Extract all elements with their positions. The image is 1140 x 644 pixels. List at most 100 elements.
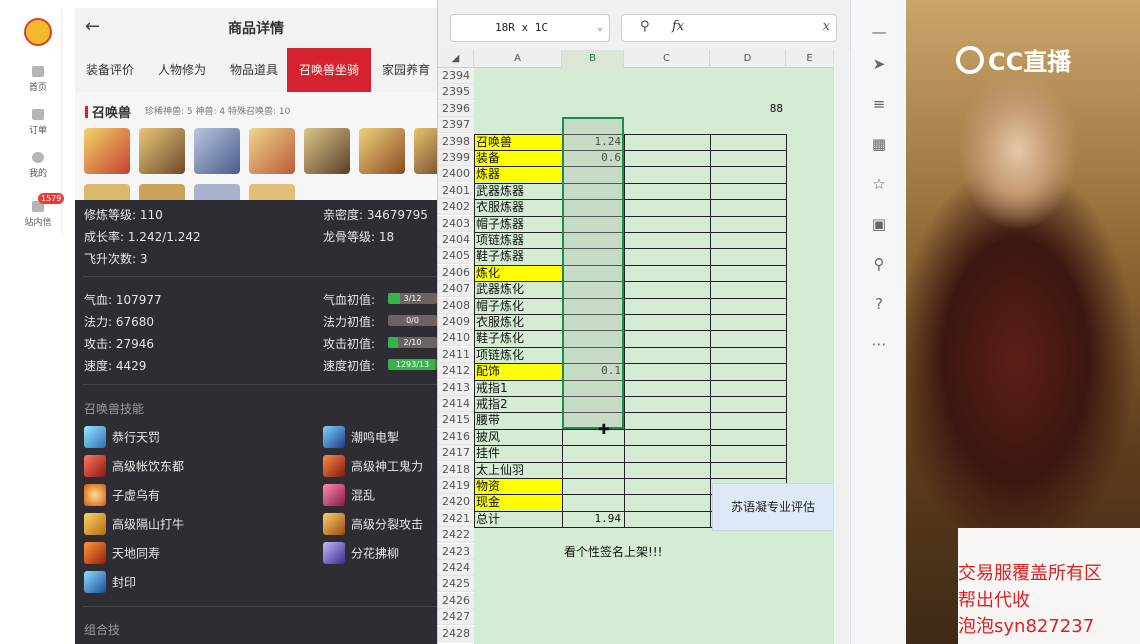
cell-a[interactable] (476, 544, 562, 560)
cell-b[interactable] (562, 84, 624, 100)
skill-item[interactable]: 高级神工鬼力 (323, 455, 423, 477)
cell-a[interactable] (476, 576, 562, 592)
summon-avatar[interactable] (139, 128, 185, 174)
column-header-b[interactable]: B (562, 50, 624, 68)
row-header[interactable]: 2414 (438, 396, 474, 412)
row-header[interactable]: 2410 (438, 330, 474, 347)
fx-icon[interactable]: fx (672, 19, 684, 34)
skill-item[interactable]: 潮鸣电掣 (323, 426, 399, 448)
cell-a[interactable] (476, 84, 562, 100)
cell-b[interactable] (562, 445, 624, 461)
cell-a[interactable]: 帽子炼化 (476, 298, 562, 314)
cell-d[interactable]: 88 (710, 101, 786, 117)
skill-item[interactable]: 恭行天罚 (84, 426, 160, 448)
row-header[interactable]: 2395 (438, 84, 474, 101)
row-header[interactable]: 2409 (438, 314, 474, 330)
more-icon[interactable]: ⋯ (869, 334, 889, 354)
layout-icon[interactable]: ▦ (869, 134, 889, 154)
tab-items[interactable]: 物品道具 (219, 48, 289, 92)
cell-a[interactable]: 召唤兽 (476, 134, 562, 150)
cell-a[interactable]: 戒指2 (476, 396, 562, 412)
evaluation-textbox[interactable]: 苏语凝专业评估 (712, 482, 834, 531)
cell-a[interactable]: 配饰 (476, 363, 562, 379)
zoom-icon[interactable]: ⚲ (640, 19, 650, 34)
row-header[interactable]: 2417 (438, 445, 474, 462)
row-header[interactable]: 2399 (438, 150, 474, 166)
summon-avatar[interactable] (84, 128, 130, 174)
cell-a[interactable] (476, 101, 562, 117)
row-header[interactable]: 2420 (438, 494, 474, 511)
cell-b[interactable] (562, 462, 624, 478)
cell-b[interactable] (562, 609, 624, 625)
cell-a[interactable] (476, 609, 562, 625)
cell-b[interactable] (562, 626, 624, 642)
cell-a[interactable]: 装备 (476, 150, 562, 166)
cells-area[interactable]: 88 召唤兽 1.24 装备 0.6 炼器 武器炼器 衣服炼器 帽子炼器 项链炼器 鞋子炼器 炼化 武器… (474, 68, 834, 644)
skill-item[interactable]: 分花拂柳 (323, 542, 399, 564)
cell-b[interactable] (562, 494, 624, 510)
summon-avatar[interactable] (249, 128, 295, 174)
tab-character[interactable]: 人物修为 (147, 48, 217, 92)
cell-a[interactable] (476, 68, 562, 84)
nav-mine[interactable]: 我的 (14, 152, 62, 179)
cell-a[interactable]: 项链炼化 (476, 347, 562, 363)
cell-a[interactable]: 炼化 (476, 265, 562, 281)
cell-b[interactable] (562, 527, 624, 543)
cell-a[interactable] (476, 117, 562, 133)
row-header[interactable]: 2412 (438, 363, 474, 380)
row-header[interactable]: 2402 (438, 199, 474, 216)
cell-a[interactable]: 戒指1 (476, 380, 562, 396)
row-header[interactable]: 2405 (438, 248, 474, 265)
row-header[interactable]: 2394 (438, 68, 474, 84)
row-header[interactable]: 2416 (438, 428, 474, 445)
cell-a[interactable]: 鞋子炼器 (476, 248, 562, 264)
row-header[interactable]: 2398 (438, 133, 474, 150)
nav-messages[interactable]: 站内信 (14, 201, 62, 228)
cell-a[interactable]: 武器炼器 (476, 183, 562, 199)
cell-a[interactable]: 衣服炼器 (476, 199, 562, 215)
cell-a[interactable]: 腰带 (476, 412, 562, 428)
row-header[interactable]: 2426 (438, 592, 474, 609)
select-all-corner[interactable]: ◢ (438, 50, 474, 68)
skill-item[interactable]: 高级分裂攻击 (323, 513, 423, 535)
nav-orders[interactable]: 订单 (14, 109, 62, 136)
row-header[interactable]: 2419 (438, 478, 474, 494)
star-icon[interactable]: ☆ (869, 174, 889, 194)
row-header[interactable]: 2403 (438, 215, 474, 232)
row-header[interactable]: 2422 (438, 527, 474, 544)
row-header[interactable]: 2408 (438, 297, 474, 314)
tab-summon-mount[interactable]: 召唤兽坐骑 (287, 48, 371, 92)
row-header[interactable]: 2421 (438, 510, 474, 527)
nav-home[interactable]: 首页 (14, 66, 62, 93)
row-header[interactable]: 2396 (438, 100, 474, 117)
cell-b[interactable]: 看个性签名上架!!! (564, 544, 724, 560)
cell-b[interactable] (562, 478, 624, 494)
row-header[interactable]: 2418 (438, 461, 474, 478)
row-header[interactable]: 2415 (438, 412, 474, 429)
cell-a[interactable]: 挂件 (476, 445, 562, 461)
app-logo[interactable] (24, 18, 52, 46)
skill-item[interactable]: 封印 (84, 571, 136, 593)
column-header-e[interactable]: E (786, 50, 834, 68)
cell-a[interactable] (476, 527, 562, 543)
variable-icon[interactable]: x (823, 19, 830, 34)
skill-item[interactable]: 混乱 (323, 484, 375, 506)
cell-a[interactable]: 鞋子炼化 (476, 330, 562, 346)
cell-a[interactable]: 炼器 (476, 166, 562, 182)
cell-a[interactable] (476, 626, 562, 642)
row-header[interactable]: 2407 (438, 281, 474, 298)
cell-a[interactable]: 项链炼器 (476, 232, 562, 248)
cell-a[interactable]: 帽子炼器 (476, 216, 562, 232)
cell-b[interactable] (562, 560, 624, 576)
row-header[interactable]: 2397 (438, 117, 474, 134)
column-header-d[interactable]: D (710, 50, 786, 68)
cursor-icon[interactable]: ➤ (869, 54, 889, 74)
column-header-c[interactable]: C (624, 50, 710, 68)
row-header[interactable]: 2400 (438, 166, 474, 183)
sheet-grid[interactable]: ◢ A B C D E 88 召唤兽 1.24 装备 0.6 炼器 武器炼器 衣服炼器 帽子炼器… (438, 50, 834, 644)
row-header[interactable]: 2423 (438, 543, 474, 560)
sliders-icon[interactable]: ≡ (869, 94, 889, 114)
row-header[interactable]: 2424 (438, 560, 474, 576)
summon-avatar[interactable] (194, 128, 240, 174)
row-header[interactable]: 2401 (438, 182, 474, 199)
